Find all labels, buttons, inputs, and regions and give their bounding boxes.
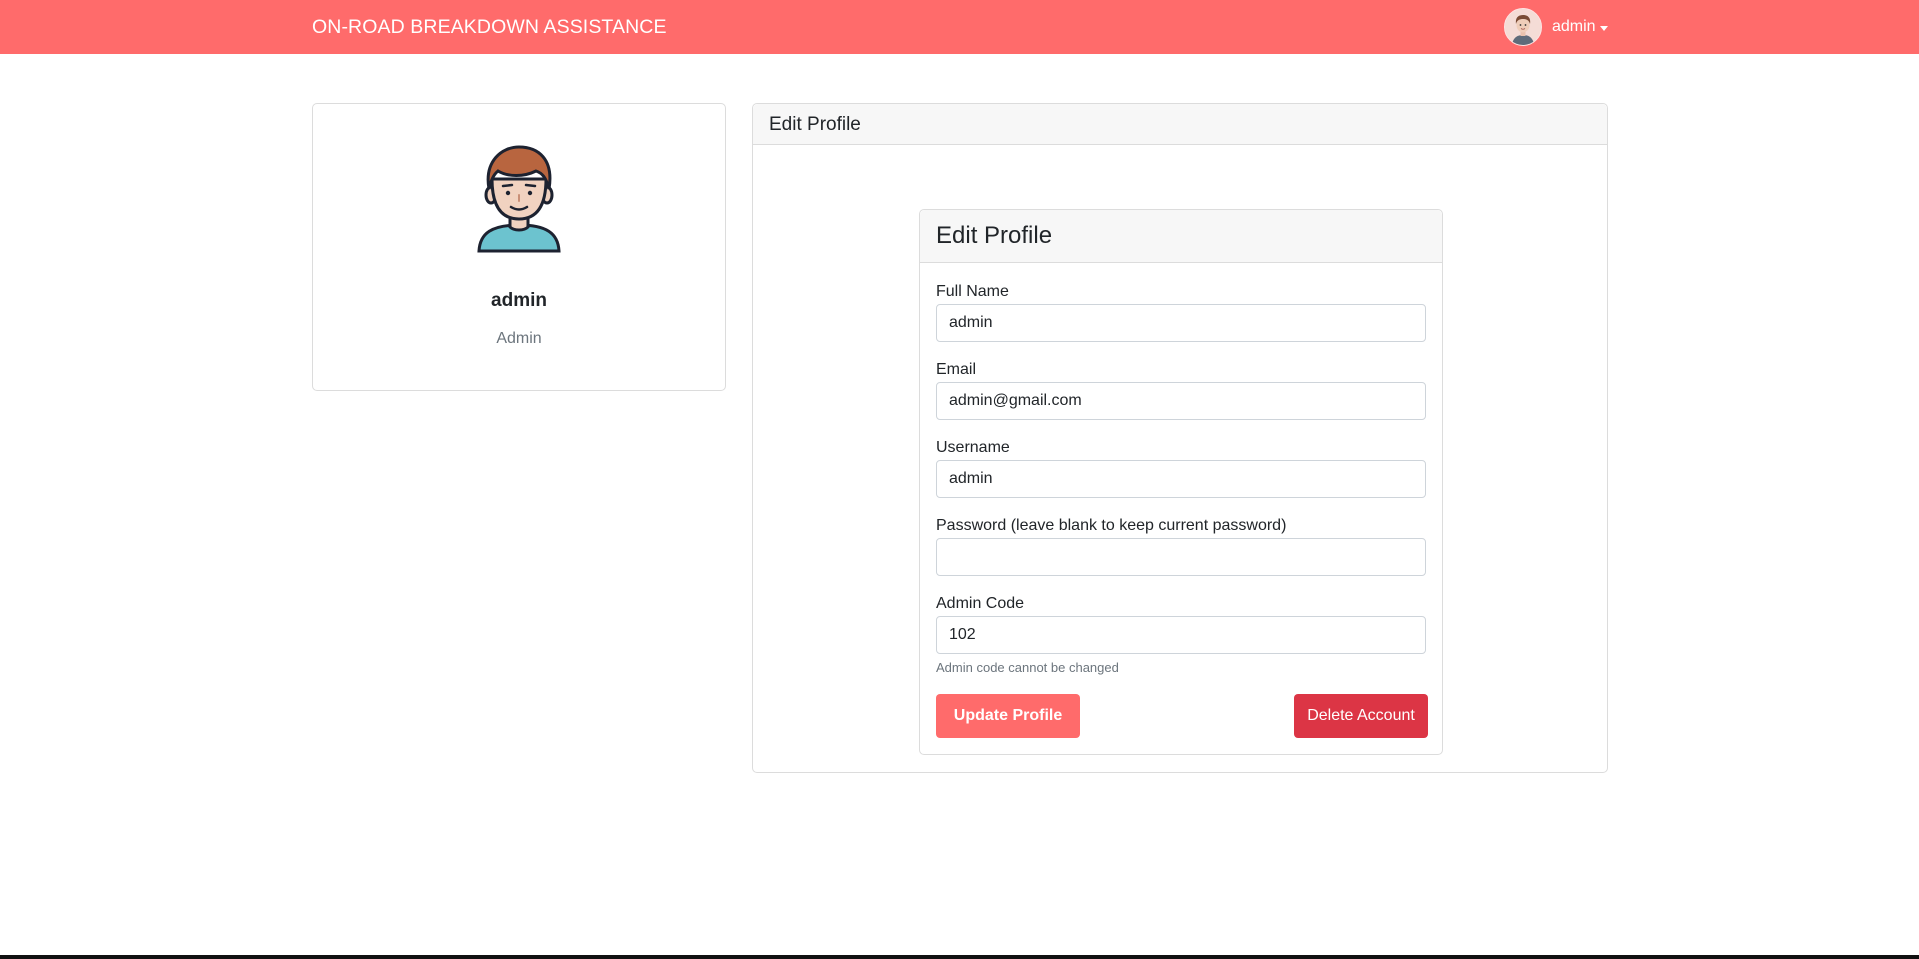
panel-title: Edit Profile — [753, 104, 1607, 145]
full-name-input[interactable] — [936, 304, 1426, 342]
edit-profile-panel: Edit Profile Edit Profile Full Name Emai… — [752, 103, 1608, 773]
password-input[interactable] — [936, 538, 1426, 576]
username-label: Username — [936, 439, 1010, 456]
profile-name: admin — [491, 290, 547, 311]
username-input[interactable] — [936, 460, 1426, 498]
delete-account-button[interactable]: Delete Account — [1294, 694, 1428, 738]
brand-link[interactable]: ON-ROAD BREAKDOWN ASSISTANCE — [312, 15, 667, 39]
email-label: Email — [936, 361, 977, 378]
user-menu-dropdown[interactable]: admin — [1504, 7, 1608, 47]
full-name-label: Full Name — [936, 283, 1009, 300]
admin-code-label: Admin Code — [936, 595, 1025, 612]
nav-username[interactable]: admin — [1552, 18, 1596, 36]
update-profile-button[interactable]: Update Profile — [936, 694, 1080, 738]
admin-code-help-text: Admin code cannot be changed — [936, 660, 1119, 675]
password-label: Password (leave blank to keep current pa… — [936, 517, 1287, 534]
form-title: Edit Profile — [920, 210, 1442, 263]
email-input[interactable] — [936, 382, 1426, 420]
user-avatar-icon[interactable] — [1504, 8, 1542, 46]
male-avatar-icon — [474, 141, 564, 253]
top-navbar: ON-ROAD BREAKDOWN ASSISTANCE admin — [0, 0, 1919, 54]
admin-code-input[interactable] — [936, 616, 1426, 654]
profile-role: Admin — [496, 330, 542, 347]
edit-profile-form-card: Edit Profile Full Name Email Username Pa… — [919, 209, 1443, 755]
bottom-edge — [0, 955, 1919, 959]
profile-summary-card: admin Admin — [312, 103, 726, 391]
caret-down-icon[interactable] — [1599, 25, 1608, 31]
